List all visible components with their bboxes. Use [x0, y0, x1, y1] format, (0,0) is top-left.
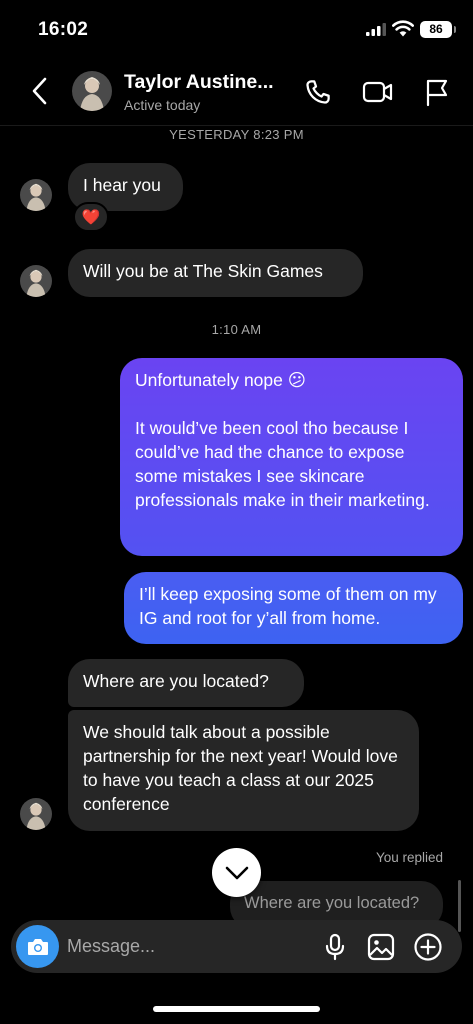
heart-reaction[interactable]: ❤️ [73, 202, 109, 232]
sender-avatar[interactable] [20, 179, 52, 211]
report-flag-button[interactable] [421, 76, 453, 108]
cellular-signal-icon [366, 23, 386, 36]
chevron-down-icon [225, 866, 248, 879]
plus-circle-icon [414, 933, 442, 961]
timestamp-divider: YESTERDAY 8:23 PM [169, 127, 304, 142]
contact-avatar[interactable] [72, 71, 112, 111]
gallery-button[interactable] [366, 932, 396, 962]
incoming-message[interactable]: We should talk about a possible partners… [68, 710, 419, 831]
camera-icon [27, 938, 48, 955]
phone-icon [306, 80, 330, 104]
scroll-to-bottom-button[interactable] [212, 848, 261, 897]
battery-indicator: 86 [420, 21, 456, 38]
status-bar: 16:02 86 [0, 0, 473, 58]
sender-avatar[interactable] [20, 265, 52, 297]
incoming-message[interactable]: Where are you located? [68, 659, 304, 707]
message-body: It would’ve been cool tho because I coul… [135, 418, 430, 510]
sender-avatar[interactable] [20, 798, 52, 830]
flag-icon [426, 79, 448, 107]
status-time: 16:02 [38, 19, 89, 40]
contact-name[interactable]: Taylor Austine... [124, 71, 289, 94]
message-input[interactable] [67, 920, 307, 973]
wifi-icon [392, 20, 414, 37]
timestamp-divider: 1:10 AM [211, 322, 262, 337]
incoming-message[interactable]: Will you be at The Skin Games [68, 249, 363, 297]
outgoing-message[interactable]: Unfortunately nope 😕 It would’ve been co… [120, 358, 463, 556]
voice-call-button[interactable] [302, 76, 334, 108]
outgoing-message[interactable]: I’ll keep exposing some of them on my IG… [124, 572, 463, 644]
contact-active-status: Active today [124, 97, 201, 113]
message-composer [11, 920, 462, 973]
message-line: Unfortunately nope 😕 [135, 370, 306, 390]
back-button[interactable] [24, 74, 54, 108]
you-replied-label: You replied [375, 850, 443, 865]
video-call-button[interactable] [362, 76, 394, 108]
chat-header: Taylor Austine... Active today [0, 58, 473, 126]
scrollbar[interactable] [458, 880, 461, 932]
more-options-button[interactable] [413, 932, 443, 962]
microphone-icon [325, 933, 345, 961]
voice-message-button[interactable] [320, 932, 350, 962]
video-camera-icon [362, 81, 393, 103]
home-indicator [153, 1006, 320, 1012]
camera-button[interactable] [16, 925, 59, 968]
chevron-left-icon [32, 77, 47, 105]
image-icon [367, 933, 395, 961]
